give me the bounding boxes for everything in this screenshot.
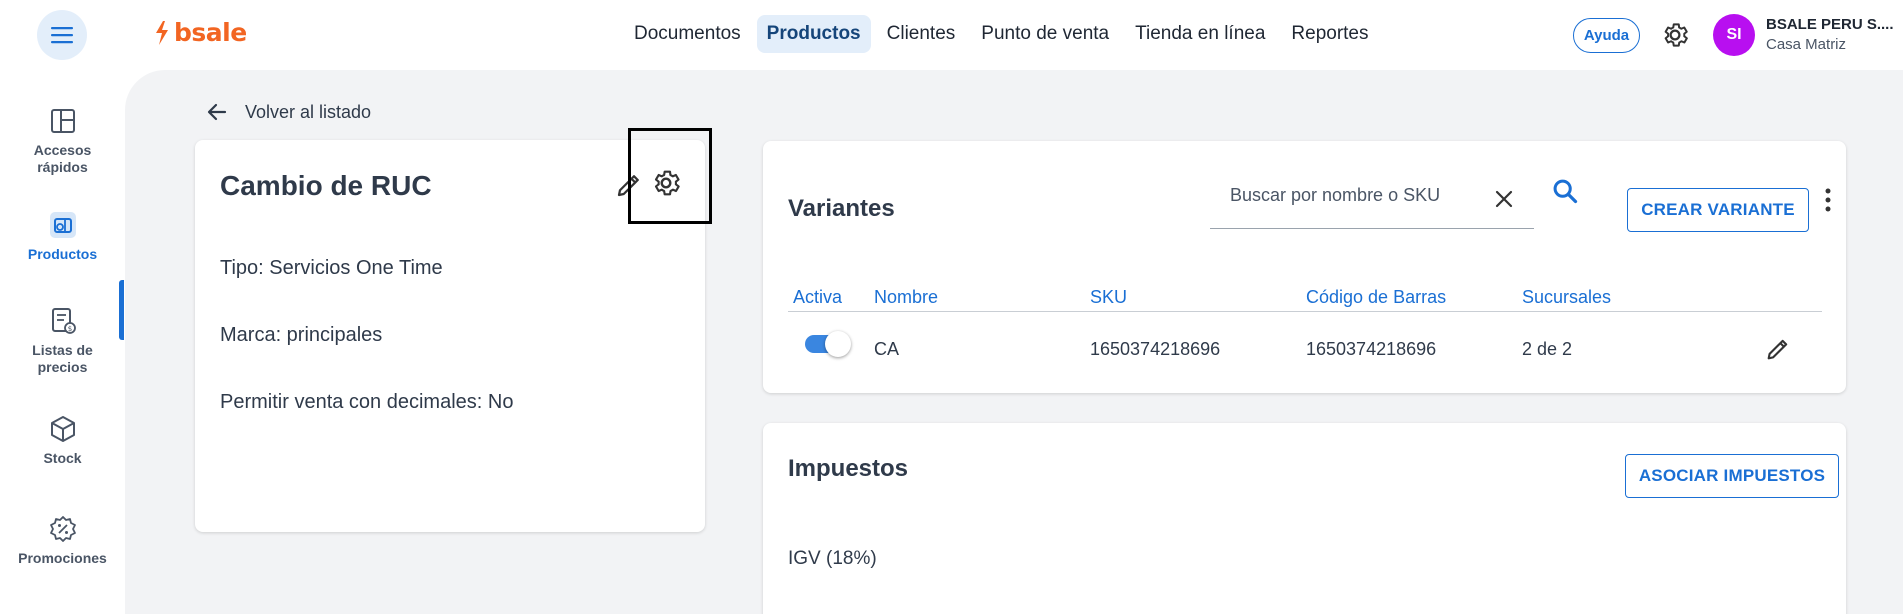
back-to-list-link[interactable]: Volver al listado xyxy=(205,100,371,124)
price-list-icon: $ xyxy=(51,308,76,334)
dashboard-icon xyxy=(50,109,75,133)
product-title: Cambio de RUC xyxy=(220,170,432,201)
sidebar-item-label: Promociones xyxy=(18,550,107,566)
sidebar-item-label: Productos xyxy=(27,246,98,262)
sidebar: Accesos rápidos Productos $ Listas de pr… xyxy=(0,70,125,614)
close-icon[interactable] xyxy=(1492,187,1516,211)
account-branch: Casa Matriz xyxy=(1766,36,1847,53)
sidebar-item-promociones[interactable]: Promociones xyxy=(0,514,125,567)
column-header-activa: Activa xyxy=(793,287,843,307)
variant-barcode-cell: 1650374218696 xyxy=(1306,339,1437,359)
nav-tienda-en-linea[interactable]: Tienda en línea xyxy=(1125,15,1275,53)
more-options-icon[interactable] xyxy=(1823,186,1833,214)
table-divider xyxy=(788,311,1822,312)
help-button[interactable]: Ayuda xyxy=(1573,18,1640,53)
sidebar-item-label: Accesos rápidos xyxy=(33,142,92,175)
variants-title: Variantes xyxy=(788,195,895,222)
logo-text: bsale xyxy=(174,18,247,47)
main-content: Volver al listado Cambio de RUC Tipo: Se… xyxy=(125,70,1903,614)
nav-documentos[interactable]: Documentos xyxy=(624,15,751,53)
associate-taxes-button[interactable]: ASOCIAR IMPUESTOS xyxy=(1625,454,1839,498)
account-name: BSALE PERU S.... xyxy=(1766,16,1894,33)
nav-punto-de-venta[interactable]: Punto de venta xyxy=(971,15,1119,53)
products-icon xyxy=(49,212,76,238)
menu-button[interactable] xyxy=(37,10,87,60)
create-variant-button[interactable]: CREAR VARIANTE xyxy=(1627,188,1809,232)
sidebar-item-productos[interactable]: Productos xyxy=(0,210,125,263)
variant-search-input[interactable] xyxy=(1230,185,1480,206)
taxes-card: Impuestos ASOCIAR IMPUESTOS IGV (18%) xyxy=(763,423,1846,614)
variant-name-cell: CA xyxy=(874,339,900,359)
search-icon[interactable] xyxy=(1551,177,1579,205)
gear-icon[interactable] xyxy=(650,167,682,199)
menu-icon xyxy=(51,27,73,44)
svg-text:$: $ xyxy=(67,325,71,333)
box-icon xyxy=(50,416,75,442)
sidebar-item-stock[interactable]: Stock xyxy=(0,414,125,467)
sidebar-item-accesos-rapidos[interactable]: Accesos rápidos xyxy=(0,106,125,176)
account-menu[interactable]: BSALE PERU S.... Casa Matriz xyxy=(1766,16,1894,53)
column-header-codigo-barras: Código de Barras xyxy=(1306,287,1447,307)
promotion-icon xyxy=(49,516,76,542)
nav-productos[interactable]: Productos xyxy=(756,15,871,53)
product-marca: Marca: principales xyxy=(220,324,383,346)
tax-item: IGV (18%) xyxy=(788,548,877,569)
variants-card: Variantes CREAR VARIANTE Activa Nombre S… xyxy=(763,141,1846,393)
variant-sku-cell: 1650374218696 xyxy=(1090,339,1221,359)
nav-reportes[interactable]: Reportes xyxy=(1281,15,1378,53)
arrow-left-icon xyxy=(207,103,227,121)
column-header-sku: SKU xyxy=(1090,287,1128,307)
back-label: Volver al listado xyxy=(245,101,372,122)
pencil-icon[interactable] xyxy=(614,170,644,200)
toggle-knob xyxy=(825,331,851,357)
variant-branches-cell: 2 de 2 xyxy=(1522,339,1573,359)
avatar[interactable]: SI xyxy=(1713,14,1755,56)
pencil-icon[interactable] xyxy=(1764,335,1792,363)
column-header-sucursales: Sucursales xyxy=(1522,287,1612,307)
column-header-nombre: Nombre xyxy=(874,287,939,307)
sidebar-item-listas-de-precios[interactable]: $ Listas de precios xyxy=(0,306,125,376)
nav-clientes[interactable]: Clientes xyxy=(877,15,966,53)
product-tipo: Tipo: Servicios One Time xyxy=(220,257,443,279)
variant-search-field xyxy=(1210,171,1534,229)
logo-mark-icon xyxy=(156,20,168,45)
product-card: Cambio de RUC Tipo: Servicios One Time M… xyxy=(195,128,712,532)
sidebar-item-label: Stock xyxy=(43,450,82,466)
variant-active-toggle[interactable] xyxy=(805,331,851,357)
bsale-logo[interactable]: bsale xyxy=(153,18,247,47)
top-bar: bsale Documentos Productos Clientes Punt… xyxy=(0,0,1903,70)
taxes-title: Impuestos xyxy=(788,455,909,482)
product-decimales: Permitir venta con decimales: No xyxy=(220,391,514,413)
gear-icon[interactable] xyxy=(1660,20,1690,50)
main-nav: Documentos Productos Clientes Punto de v… xyxy=(624,15,1385,53)
sidebar-item-label: Listas de precios xyxy=(32,342,93,375)
